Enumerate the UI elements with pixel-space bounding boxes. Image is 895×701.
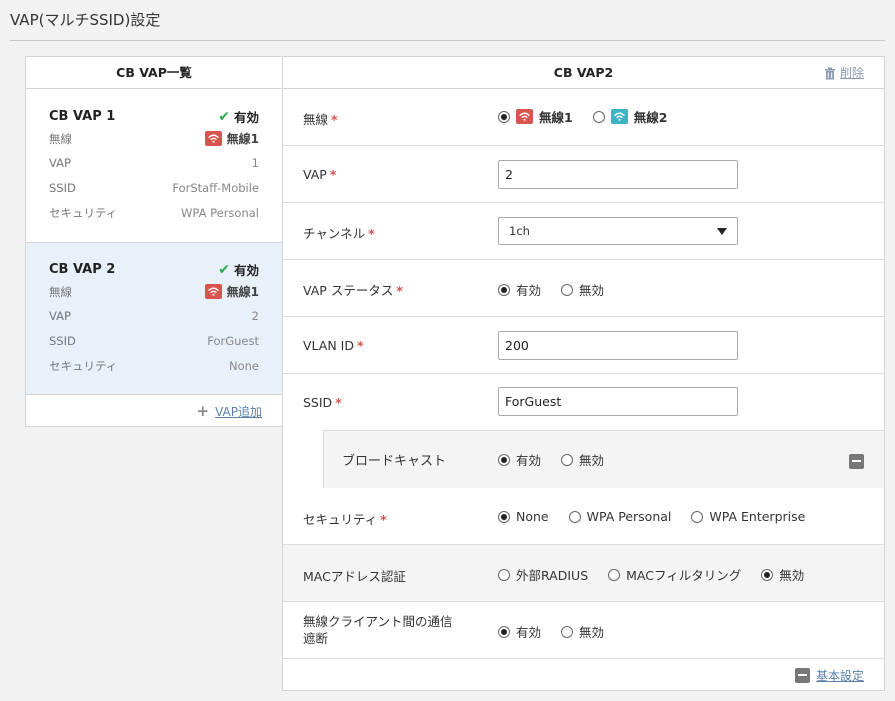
collapse-icon[interactable] — [849, 454, 864, 469]
plus-icon: + — [196, 402, 210, 420]
vap-form-panel: CB VAP2 削除 無線* 無線1 無線2 VAP* チャンネル* 1ch V… — [282, 56, 885, 691]
status-badge: ✔ 有効 — [218, 108, 259, 126]
security-value: None — [228, 359, 259, 373]
radio-value: 無線1 — [204, 283, 259, 300]
vap-value: 1 — [251, 156, 259, 170]
basic-settings-toggle[interactable]: 基本設定 — [283, 660, 884, 690]
form-header: CB VAP2 削除 — [283, 57, 884, 89]
channel-row-label: チャンネル * — [303, 226, 375, 241]
wifi-icon — [516, 109, 533, 124]
security-label: セキュリティ — [49, 359, 118, 373]
security-none-radio[interactable]: None — [498, 509, 549, 524]
ssid-input[interactable] — [498, 387, 738, 416]
vap-row: VAP * — [283, 146, 884, 203]
broadcast-label: ブロードキャスト — [342, 454, 447, 469]
ssid-label: SSID — [49, 181, 76, 195]
radio-option-2[interactable]: 無線2 — [592, 107, 667, 126]
radio-option-1[interactable]: 無線1 — [498, 107, 573, 126]
mac-disabled-radio[interactable]: 無効 — [761, 565, 804, 584]
radio-row: 無線 * 無線1 無線2 — [283, 89, 884, 146]
vlan-row-label: VLAN ID * — [303, 338, 364, 353]
broadcast-enabled-radio[interactable]: 有効 — [498, 450, 541, 469]
radio-label: 無線 — [49, 284, 72, 299]
title-divider — [10, 40, 885, 41]
mac-filtering-radio[interactable]: MACフィルタリング — [608, 565, 741, 584]
status-disabled-radio[interactable]: 無効 — [561, 280, 604, 299]
wifi-icon — [610, 109, 628, 124]
ssid-value: ForGuest — [207, 334, 259, 348]
isolation-disabled-radio[interactable]: 無効 — [561, 622, 604, 641]
vap-label: VAP — [49, 309, 71, 323]
broadcast-disabled-radio[interactable]: 無効 — [561, 450, 604, 469]
vap-label: VAP — [49, 156, 71, 170]
vap-status-row: VAP ステータス * 有効 無効 — [283, 260, 884, 317]
status-enabled-radio[interactable]: 有効 — [498, 280, 541, 299]
radio-row-label: 無線 * — [303, 112, 338, 127]
security-wpa-enterprise-radio[interactable]: WPA Enterprise — [691, 509, 805, 524]
vlan-input[interactable] — [498, 331, 738, 360]
radio-label: 無線 — [49, 131, 72, 146]
trash-icon — [824, 67, 835, 79]
mac-auth-label: MACアドレス認証 — [303, 569, 406, 584]
status-badge: ✔ 有効 — [218, 261, 259, 279]
vap-value: 2 — [251, 309, 259, 323]
check-icon: ✔ — [218, 108, 230, 125]
vap-list-header: CB VAP一覧 — [26, 57, 282, 89]
ssid-label: SSID — [49, 334, 76, 348]
vap-card-2[interactable]: CB VAP 2 ✔ 有効 無線 無線1 VAP 2 SSID ForGuest セキ… — [26, 242, 282, 395]
vap-list-panel: CB VAP一覧 CB VAP 1 ✔ 有効 無線 無線1 VAP 1 SSID Fo… — [25, 56, 283, 427]
wifi-icon — [204, 284, 222, 299]
check-icon: ✔ — [218, 261, 230, 278]
mac-radius-radio[interactable]: 外部RADIUS — [498, 565, 588, 584]
form-title: CB VAP2 — [553, 65, 614, 80]
ssid-row-label: SSID * — [303, 395, 342, 410]
chevron-down-icon — [717, 227, 727, 235]
basic-settings-link[interactable]: 基本設定 — [816, 667, 864, 684]
broadcast-subrow: ブロードキャスト 有効 無効 — [283, 430, 884, 488]
ssid-value: ForStaff-Mobile — [172, 181, 259, 195]
vap-name: CB VAP 2 — [49, 262, 116, 277]
vap-input[interactable] — [498, 160, 738, 189]
vap-card-1[interactable]: CB VAP 1 ✔ 有効 無線 無線1 VAP 1 SSID ForStaff-Mo… — [26, 89, 282, 242]
security-row-label: セキュリティ * — [303, 512, 387, 527]
security-label: セキュリティ — [49, 206, 118, 220]
client-isolation-label: 無線クライアント間の通信 遮断 — [303, 614, 453, 646]
delete-button[interactable]: 削除 — [824, 57, 864, 89]
client-isolation-row: 無線クライアント間の通信 遮断 有効 無効 — [283, 602, 884, 659]
security-wpa-personal-radio[interactable]: WPA Personal — [568, 509, 671, 524]
channel-row: チャンネル * 1ch — [283, 203, 884, 260]
radio-value: 無線1 — [204, 130, 259, 147]
wifi-icon — [204, 131, 222, 146]
mac-auth-row: MACアドレス認証 外部RADIUS MACフィルタリング 無効 — [283, 545, 884, 602]
vlan-row: VLAN ID * — [283, 317, 884, 374]
security-value: WPA Personal — [181, 206, 259, 220]
vap-name: CB VAP 1 — [49, 109, 116, 124]
vap-status-label: VAP ステータス * — [303, 283, 403, 298]
add-vap-button[interactable]: + VAP追加 — [26, 396, 282, 426]
security-row: セキュリティ * None WPA Personal WPA Enterprise — [283, 488, 884, 545]
collapse-icon — [794, 667, 810, 683]
vap-row-label: VAP * — [303, 167, 337, 182]
channel-select[interactable]: 1ch — [498, 217, 738, 245]
page-title: VAP(マルチSSID)設定 — [10, 11, 161, 29]
isolation-enabled-radio[interactable]: 有効 — [498, 622, 541, 641]
add-vap-link[interactable]: VAP追加 — [215, 403, 262, 420]
